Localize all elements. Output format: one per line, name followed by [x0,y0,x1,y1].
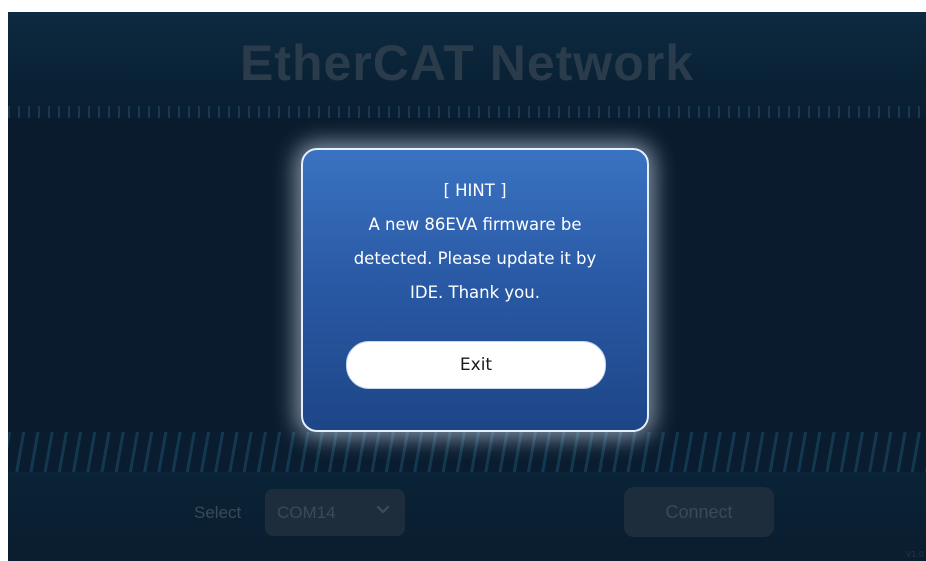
page-title: EtherCAT Network [239,35,694,91]
chevron-down-icon [376,505,390,514]
decorative-band [8,432,926,472]
version-label: V1.0 [905,550,924,559]
app-window: EtherCAT Network Select COM14 Connect V1… [8,12,926,561]
port-select[interactable]: COM14 [265,489,405,536]
hint-heading: [ HINT ] [443,181,507,200]
connect-button[interactable]: Connect [624,487,774,537]
hint-line: A new 86EVA firmware be [368,215,582,234]
exit-button[interactable]: Exit [346,341,606,389]
footer-band [8,472,926,561]
hint-dialog: [ HINT ] A new 86EVA firmware be detecte… [301,148,649,432]
port-select-label: Select [194,503,242,522]
port-select-value: COM14 [277,502,336,522]
hint-line: IDE. Thank you. [410,283,540,302]
hint-line: detected. Please update it by [353,249,597,268]
hint-message: [ HINT ] A new 86EVA firmware be detecte… [303,174,647,310]
